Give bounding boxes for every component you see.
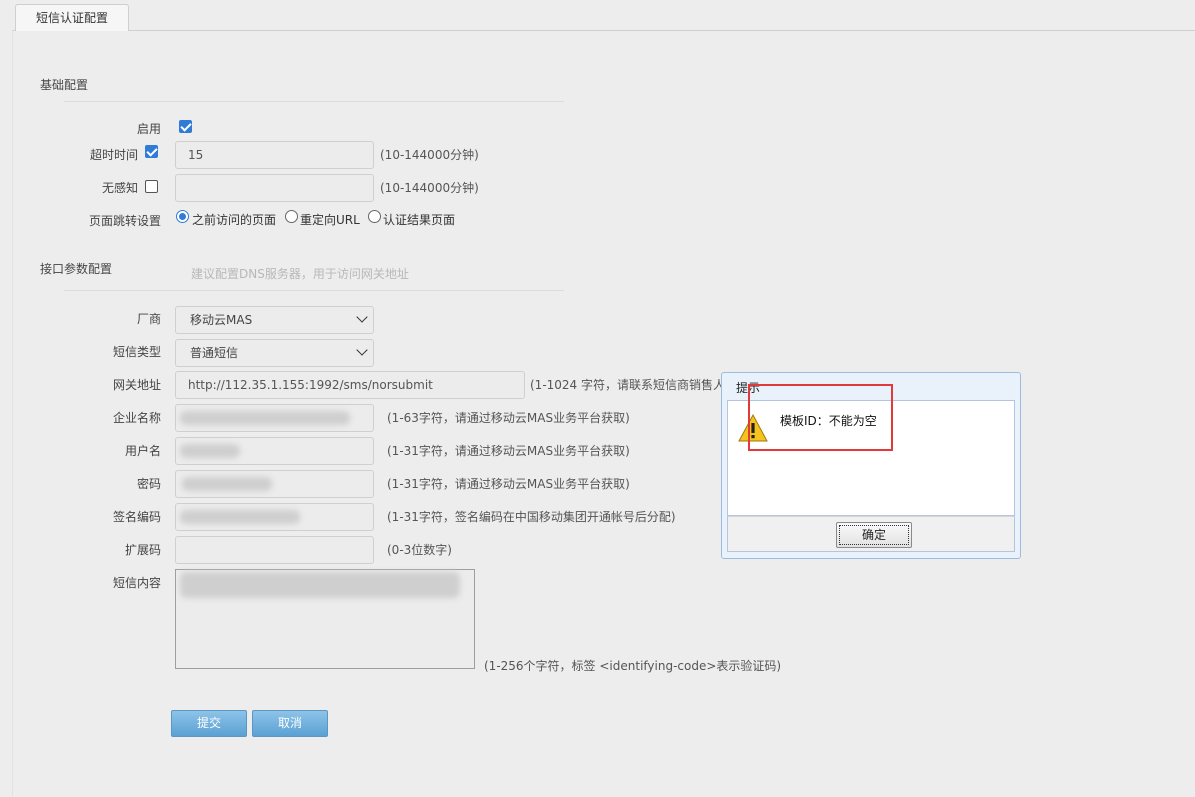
enable-label: 启用 (136, 122, 161, 136)
dialog-footer: 确定 (727, 516, 1015, 552)
unaware-label: 无感知 (101, 181, 138, 195)
gateway-hint: (1-1024 字符，请联系短信商销售人 (530, 378, 726, 392)
company-label: 企业名称 (112, 411, 161, 425)
basic-section-title: 基础配置 (40, 78, 89, 92)
timeout-checkbox[interactable] (145, 145, 158, 158)
chevron-down-icon (356, 344, 368, 356)
unaware-input[interactable] (175, 174, 374, 202)
redacted-value (182, 477, 272, 491)
gateway-label: 网关地址 (112, 378, 161, 392)
redirect-option-result[interactable]: 认证结果页面 (383, 211, 455, 228)
api-section-title: 接口参数配置 (40, 262, 113, 276)
redirect-option-url[interactable]: 重定向URL (300, 211, 360, 228)
redirect-option-previous[interactable]: 之前访问的页面 (192, 211, 276, 228)
sign-code-hint: (1-31字符，签名编码在中国移动集团开通帐号后分配) (387, 510, 676, 524)
api-section-divider (64, 290, 564, 291)
vendor-label: 厂商 (136, 312, 161, 326)
redirect-label: 页面跳转设置 (88, 214, 161, 228)
user-label: 用户名 (124, 444, 161, 458)
ext-code-hint: (0-3位数字) (387, 543, 452, 557)
sign-code-label: 签名编码 (112, 510, 161, 524)
redacted-value (180, 510, 300, 524)
company-hint: (1-63字符，请通过移动云MAS业务平台获取) (387, 411, 630, 425)
tab-bar (12, 0, 1195, 31)
content-left-border (12, 30, 13, 797)
sms-content-hint: (1-256个字符，标签 <identifying-code>表示验证码) (484, 659, 782, 673)
vendor-select[interactable]: 移动云MAS (175, 306, 374, 334)
password-hint: (1-31字符，请通过移动云MAS业务平台获取) (387, 477, 630, 491)
password-input[interactable] (175, 470, 374, 498)
redirect-radio-result[interactable] (368, 210, 381, 223)
password-label: 密码 (136, 477, 161, 491)
cancel-button[interactable]: 取消 (252, 710, 328, 737)
unaware-checkbox[interactable] (145, 180, 158, 193)
timeout-hint: (10-144000分钟) (380, 148, 479, 162)
enable-checkbox[interactable] (179, 120, 192, 133)
timeout-input[interactable]: 15 (175, 141, 374, 169)
user-input[interactable] (175, 437, 374, 465)
redacted-value (180, 444, 240, 458)
sms-content-label: 短信内容 (112, 576, 161, 590)
ext-code-label: 扩展码 (124, 543, 161, 557)
basic-section-divider (64, 101, 564, 102)
tab-sms-auth-config[interactable]: 短信认证配置 (15, 4, 129, 31)
timeout-label: 超时时间 (89, 148, 138, 162)
sign-code-input[interactable] (175, 503, 374, 531)
gateway-input[interactable]: http://112.35.1.155:1992/sms/norsubmit (175, 371, 525, 399)
company-input[interactable] (175, 404, 374, 432)
ext-code-input[interactable] (175, 536, 374, 564)
redirect-radio-previous[interactable] (176, 210, 189, 223)
vendor-select-value: 移动云MAS (190, 313, 253, 327)
redirect-radio-url[interactable] (285, 210, 298, 223)
unaware-hint: (10-144000分钟) (380, 181, 479, 195)
dialog-ok-button[interactable]: 确定 (836, 522, 912, 548)
redacted-value (180, 572, 460, 598)
redacted-value (180, 411, 350, 425)
sms-content-textarea[interactable] (175, 569, 475, 669)
sms-type-select[interactable]: 普通短信 (175, 339, 374, 367)
submit-button[interactable]: 提交 (171, 710, 247, 737)
user-hint: (1-31字符，请通过移动云MAS业务平台获取) (387, 444, 630, 458)
sms-type-select-value: 普通短信 (190, 346, 239, 360)
sms-type-label: 短信类型 (112, 345, 161, 359)
api-section-hint: 建议配置DNS服务器，用于访问网关地址 (191, 267, 409, 281)
highlight-box (748, 384, 893, 451)
chevron-down-icon (356, 311, 368, 323)
